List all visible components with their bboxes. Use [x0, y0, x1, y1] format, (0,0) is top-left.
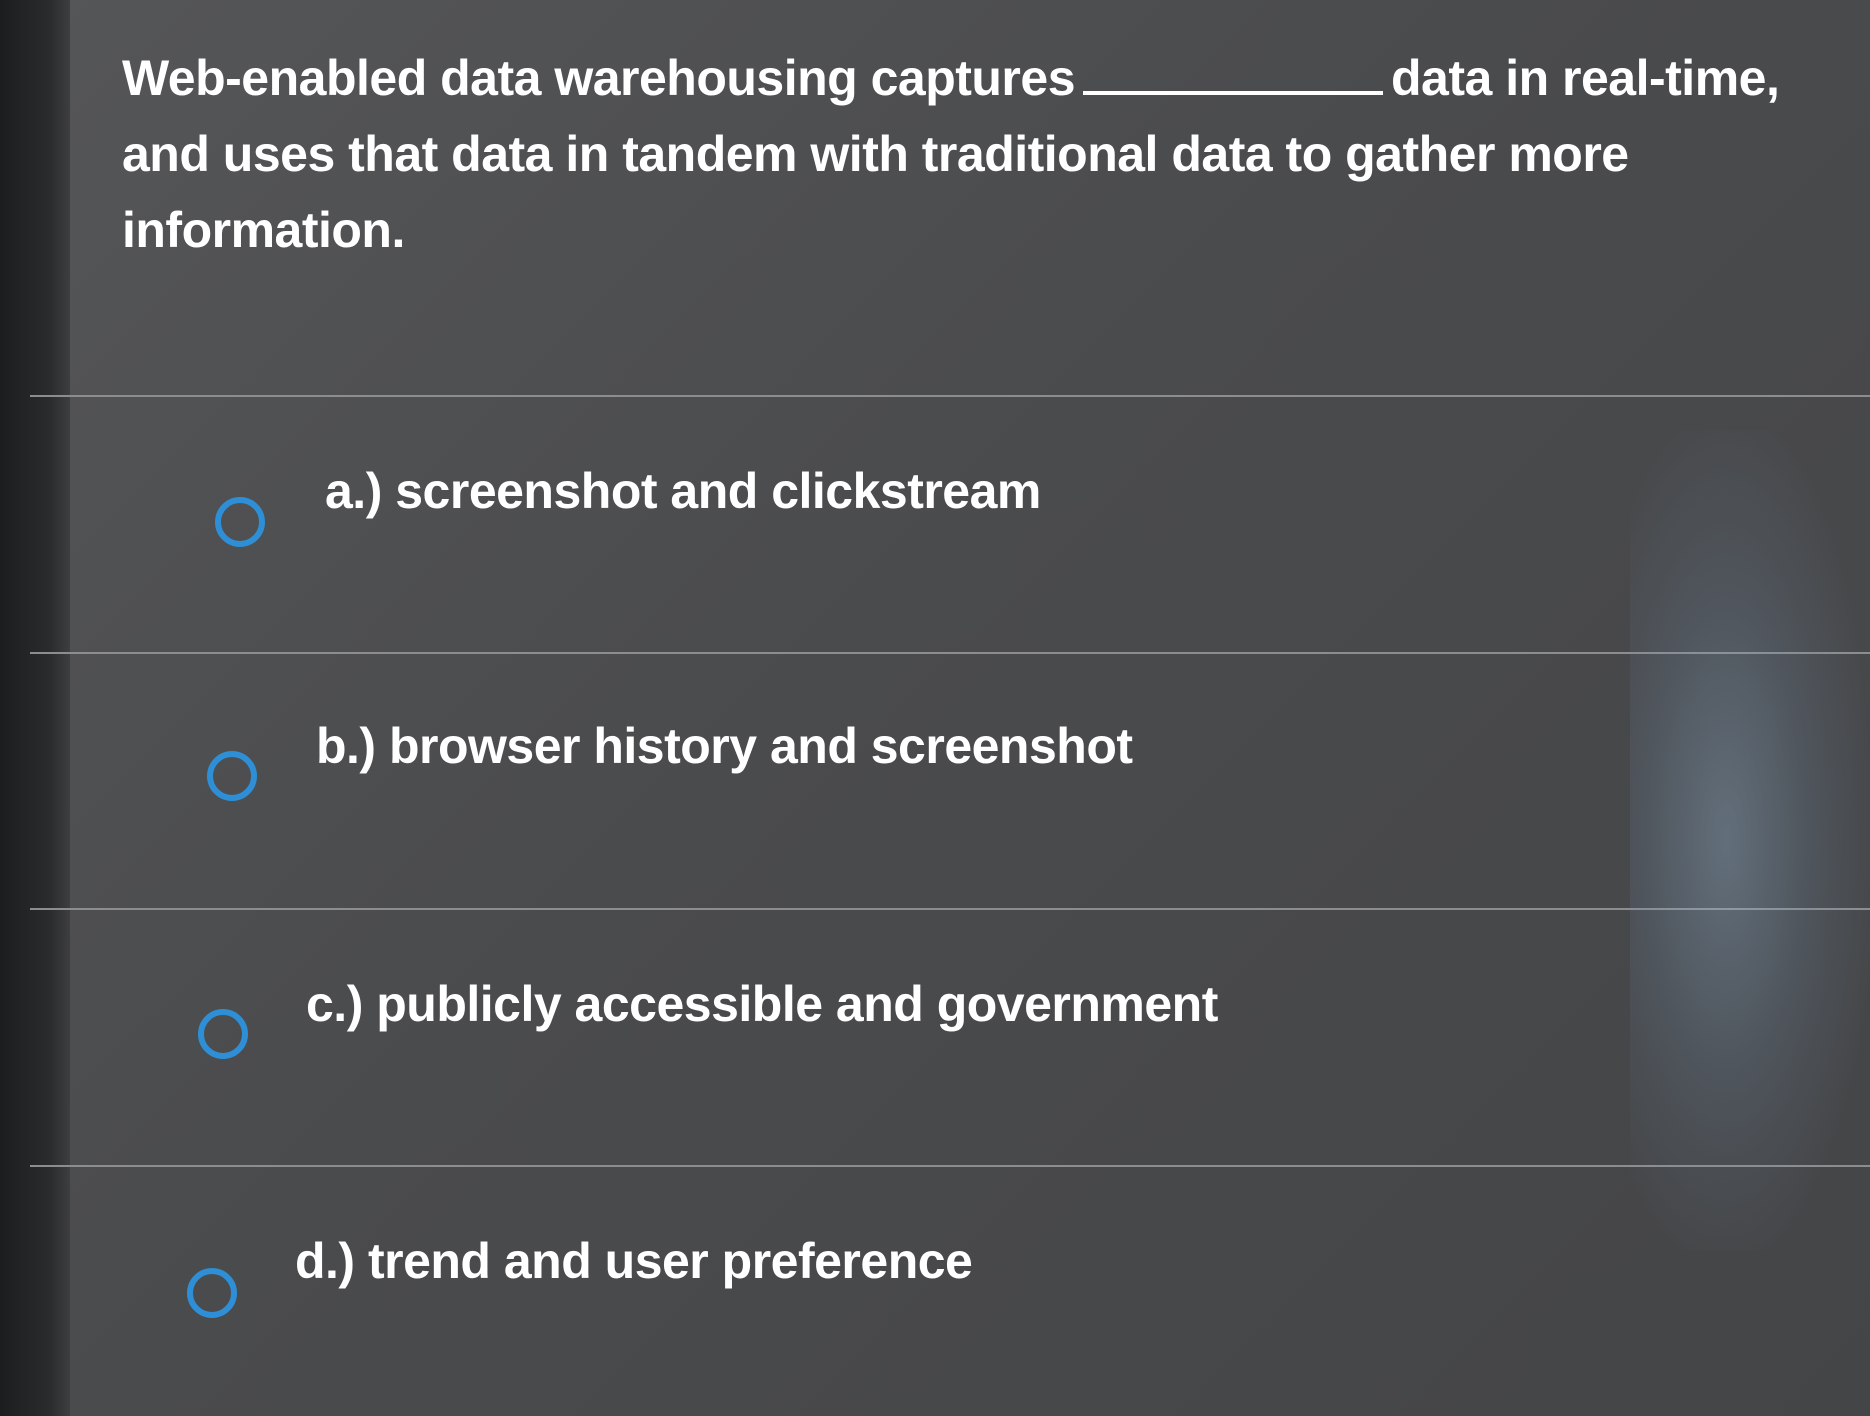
option-d[interactable]: d.) trend and user preference [40, 1170, 1840, 1416]
radio-button-b[interactable] [207, 751, 257, 801]
divider [30, 1165, 1870, 1167]
divider [30, 908, 1870, 910]
option-b[interactable]: b.) browser history and screenshot [40, 657, 1840, 907]
option-b-label: b.) browser history and screenshot [316, 718, 1133, 774]
question-text-before-blank: Web-enabled data warehousing captures [122, 50, 1076, 106]
fill-in-blank [1083, 51, 1384, 95]
divider [30, 652, 1870, 654]
radio-button-d[interactable] [187, 1268, 237, 1318]
option-a-label: a.) screenshot and clickstream [325, 463, 1041, 519]
option-c[interactable]: c.) publicly accessible and government [40, 913, 1840, 1163]
radio-button-a[interactable] [215, 497, 265, 547]
question-prompt: Web-enabled data warehousing captures dat… [122, 40, 1822, 268]
quiz-screen: Web-enabled data warehousing captures dat… [0, 0, 1870, 1416]
option-a[interactable]: a.) screenshot and clickstream [40, 400, 1840, 650]
option-c-label: c.) publicly accessible and government [306, 976, 1218, 1032]
radio-button-c[interactable] [198, 1009, 248, 1059]
divider [30, 395, 1870, 397]
option-d-label: d.) trend and user preference [295, 1233, 973, 1289]
